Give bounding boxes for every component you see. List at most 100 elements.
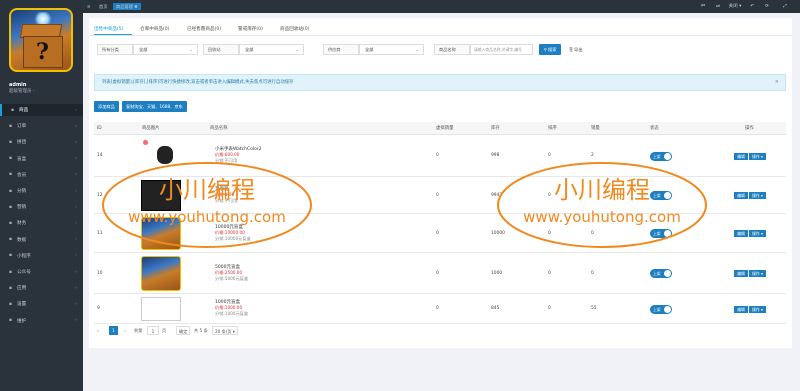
menu-toggle-icon[interactable]: ≡ [87, 3, 91, 10]
avatar[interactable]: ? [9, 8, 73, 72]
status-toggle[interactable]: 上架 [650, 229, 672, 238]
cell-virtual-sales[interactable]: 0 [436, 231, 439, 236]
miniapp-icon: ▪ [9, 253, 13, 259]
page-1[interactable]: 1 [109, 326, 118, 335]
close-icon[interactable]: × [775, 75, 779, 90]
close-tabs-dropdown[interactable]: 关闭 ▾ [726, 3, 744, 10]
cell-virtual-sales[interactable]: 0 [436, 306, 439, 311]
sidebar-item[interactable]: ▪ 公众号 ‹ [0, 266, 83, 278]
more-actions-dropdown[interactable]: 操作 ▾ [749, 192, 766, 199]
col-sales[interactable]: 销量 [591, 122, 600, 135]
tab-recycle-bin[interactable]: 商品回收站(0) [280, 26, 309, 32]
chevron-icon: ‹ [75, 123, 77, 129]
sidebar-item[interactable]: ▪ 订单 ‹ [0, 120, 83, 132]
user-role[interactable]: 超级管理员 - [9, 88, 35, 94]
cell-virtual-sales[interactable]: 0 [436, 153, 439, 158]
tab-stock-alert[interactable]: 警戒库存(0) [238, 26, 263, 32]
group-filter-select[interactable]: 全部 ⌄ [239, 44, 304, 55]
sidebar-item-label: 应用 [17, 286, 27, 292]
cell-stock[interactable]: 1000 [491, 271, 502, 276]
sidebar-item[interactable]: ▪ 数据 ‹ [0, 234, 83, 246]
sidebar-item[interactable]: ▪ 商品 ‹ [0, 104, 83, 116]
cube-icon: ▪ [11, 107, 15, 113]
next-page-icon[interactable]: › [124, 326, 126, 335]
product-share: 分销:1000元盲盒 [215, 311, 249, 316]
export-button[interactable]: ⎘ 导出 [565, 44, 587, 55]
scroll-left-icon[interactable]: ⏮ [698, 3, 708, 10]
page-size-select[interactable]: 20 条/页 ▾ [212, 326, 238, 335]
status-toggle[interactable]: 上架 [650, 191, 672, 200]
cell-sort[interactable]: 0 [548, 231, 551, 236]
sidebar-item[interactable]: ▪ 会员 ‹ [0, 169, 83, 181]
more-actions-dropdown[interactable]: 操作 ▾ [749, 270, 766, 277]
sidebar-item[interactable]: ▪ 维护 ‹ [0, 315, 83, 327]
cell-stock[interactable]: 845 [491, 306, 499, 311]
undo-icon[interactable]: ↶ [747, 3, 757, 10]
product-share: 分销:5000元盲盒 [215, 275, 249, 281]
cell-sales: 55 [591, 306, 597, 311]
confirm-button[interactable]: 确定 [176, 326, 191, 335]
col-id[interactable]: ID [97, 122, 102, 135]
fullscreen-icon[interactable]: ⤢ [780, 3, 790, 10]
chevron-icon: ‹ [75, 237, 77, 243]
tab-warehouse[interactable]: 仓库中商品(0) [140, 26, 169, 32]
cell-stock[interactable]: 998 [491, 153, 499, 158]
cell-sales: 0 [591, 270, 594, 276]
sidebar-item[interactable]: ▪ 拼团 ‹ [0, 136, 83, 148]
table-row: 10 5000元盲盒 价格:2500.00 分销:5000元盲盒 0 1000 0 0 上架 编辑… [94, 253, 786, 294]
supplier-filter-select[interactable]: 全部 ⌄ [359, 44, 424, 55]
copy-goods-button[interactable]: 复制淘宝、天猫、1688、京东 [122, 101, 187, 112]
sidebar-item[interactable]: ▪ 财务 ‹ [0, 217, 83, 229]
col-sort[interactable]: 排序 [548, 122, 557, 135]
sidebar-item-label: 拼团 [17, 140, 27, 146]
scroll-right-icon[interactable]: ⏭ [713, 3, 723, 10]
search-input[interactable]: 请输入商品名称,关键字,编号 [470, 44, 533, 55]
status-label: 上架 [653, 271, 661, 276]
status-toggle[interactable]: 上架 [650, 304, 672, 314]
export-button-label: 导出 [574, 47, 583, 52]
tab-home[interactable]: 首页 [99, 3, 107, 10]
edit-button[interactable]: 编辑 [734, 192, 748, 199]
cell-sort[interactable]: 0 [548, 193, 551, 198]
col-stock[interactable]: 库存 [491, 122, 500, 135]
cell-virtual-sales[interactable]: 0 [436, 193, 439, 198]
total-count: 共 5 条 [194, 328, 208, 333]
edit-button[interactable]: 编辑 [734, 305, 748, 313]
sidebar-item[interactable]: ▪ 分销 ‹ [0, 185, 83, 197]
cell-stock[interactable]: 10000 [491, 231, 505, 236]
more-actions-dropdown[interactable]: 操作 ▾ [749, 230, 766, 237]
page-input[interactable]: 1 [147, 326, 159, 335]
edit-button[interactable]: 编辑 [734, 270, 748, 277]
status-toggle[interactable]: 上架 [650, 269, 672, 278]
refresh-icon[interactable]: ⟳ [762, 3, 772, 10]
main-panel: 出售中商品(5) 仓库中商品(0) 已经售罄商品(0) 警戒库存(0) 商品回收… [89, 18, 792, 348]
edit-button[interactable]: 编辑 [734, 230, 748, 237]
sidebar-item[interactable]: ▪ 设置 ‹ [0, 298, 83, 310]
tab-on-sale[interactable]: 出售中商品(5) [94, 26, 123, 32]
status-toggle[interactable]: 上架 [650, 151, 672, 161]
cell-sort[interactable]: 0 [548, 271, 551, 276]
cell-sort[interactable]: 0 [548, 153, 551, 158]
tab-goods-management[interactable]: 商品管理 ✖ [113, 3, 141, 10]
cell-sort[interactable]: 0 [548, 306, 551, 311]
cell-virtual-sales[interactable]: 0 [436, 271, 439, 276]
product-share: 分销:不可用 [215, 158, 238, 163]
col-virtual-sales[interactable]: 虚拟销量 [436, 122, 454, 135]
chevron-icon: ‹ [75, 220, 77, 226]
cell-stock[interactable]: 9947 [491, 193, 502, 198]
more-actions-dropdown[interactable]: 操作 ▾ [749, 152, 766, 160]
edit-button[interactable]: 编辑 [734, 152, 748, 160]
sidebar-item[interactable]: ▪ 盲盒 ‹ [0, 153, 83, 165]
prev-page-icon[interactable]: ‹ [97, 326, 99, 335]
sidebar-item[interactable]: ▪ 应用 ‹ [0, 282, 83, 294]
sidebar-item[interactable]: ▪ 营销 ‹ [0, 201, 83, 213]
name-filter-label: 商品名称 [434, 44, 470, 55]
sidebar-item[interactable]: ▪ 小程序 ‹ [0, 250, 83, 262]
category-filter-select[interactable]: 全部 ⌄ [133, 44, 198, 55]
chevron-icon: ‹ [75, 107, 77, 113]
more-actions-dropdown[interactable]: 操作 ▾ [749, 305, 766, 313]
search-button[interactable]: ⚲ 搜索 [539, 44, 561, 55]
tab-sold-out[interactable]: 已经售罄商品(0) [187, 26, 221, 32]
wechat-icon: ▪ [9, 269, 13, 275]
add-goods-button[interactable]: 添加商品 [94, 101, 119, 112]
